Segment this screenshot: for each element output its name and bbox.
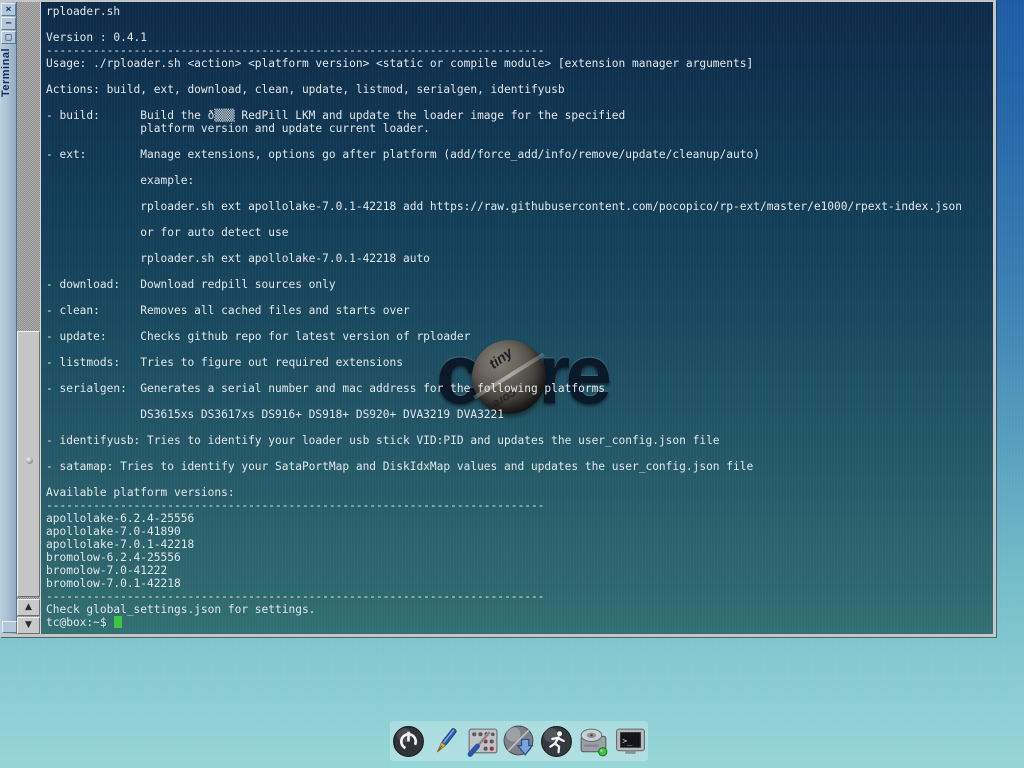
terminal-scrollbar[interactable]: ▲ ▼ — [17, 2, 41, 634]
shell-prompt: tc@box:~$ — [46, 616, 107, 629]
scrollbar-down-arrow[interactable]: ▼ — [17, 617, 40, 634]
terminal-cursor — [114, 616, 122, 628]
scrollbar-up-arrow[interactable]: ▲ — [17, 599, 40, 616]
power-exit-icon[interactable] — [391, 724, 426, 759]
desktop-background: × − □ Terminal ▲ ▼ c tiny core — [0, 0, 1024, 768]
apps-download-icon[interactable] — [502, 724, 537, 759]
svg-text:>_: >_ — [622, 735, 632, 745]
control-panel-icon[interactable] — [465, 724, 500, 759]
run-program-icon[interactable] — [539, 724, 574, 759]
window-resize-button[interactable] — [2, 621, 17, 633]
editor-pen-icon[interactable] — [428, 724, 463, 759]
window-title: Terminal — [0, 48, 17, 97]
scrollbar-thumb[interactable] — [17, 331, 40, 597]
terminal-icon[interactable]: >_ — [613, 724, 648, 759]
scrollbar-thumb-dimple — [26, 457, 33, 464]
terminal-prompt-row: tc@box:~$ — [46, 616, 122, 629]
window-close-button[interactable]: × — [1, 3, 16, 16]
terminal-screen[interactable]: c tiny core re rploader.sh Version : 0.4… — [41, 2, 993, 634]
wbar-dock: >_ — [390, 721, 648, 761]
window-iconify-button[interactable]: − — [1, 17, 16, 30]
mount-drive-icon[interactable] — [576, 724, 611, 759]
terminal-window: × − □ Terminal ▲ ▼ c tiny core — [0, 0, 996, 637]
window-maximize-button[interactable]: □ — [1, 31, 16, 44]
terminal-output: rploader.sh Version : 0.4.1 ------------… — [46, 5, 962, 616]
window-titlebar[interactable]: × − □ Terminal — [0, 2, 17, 634]
